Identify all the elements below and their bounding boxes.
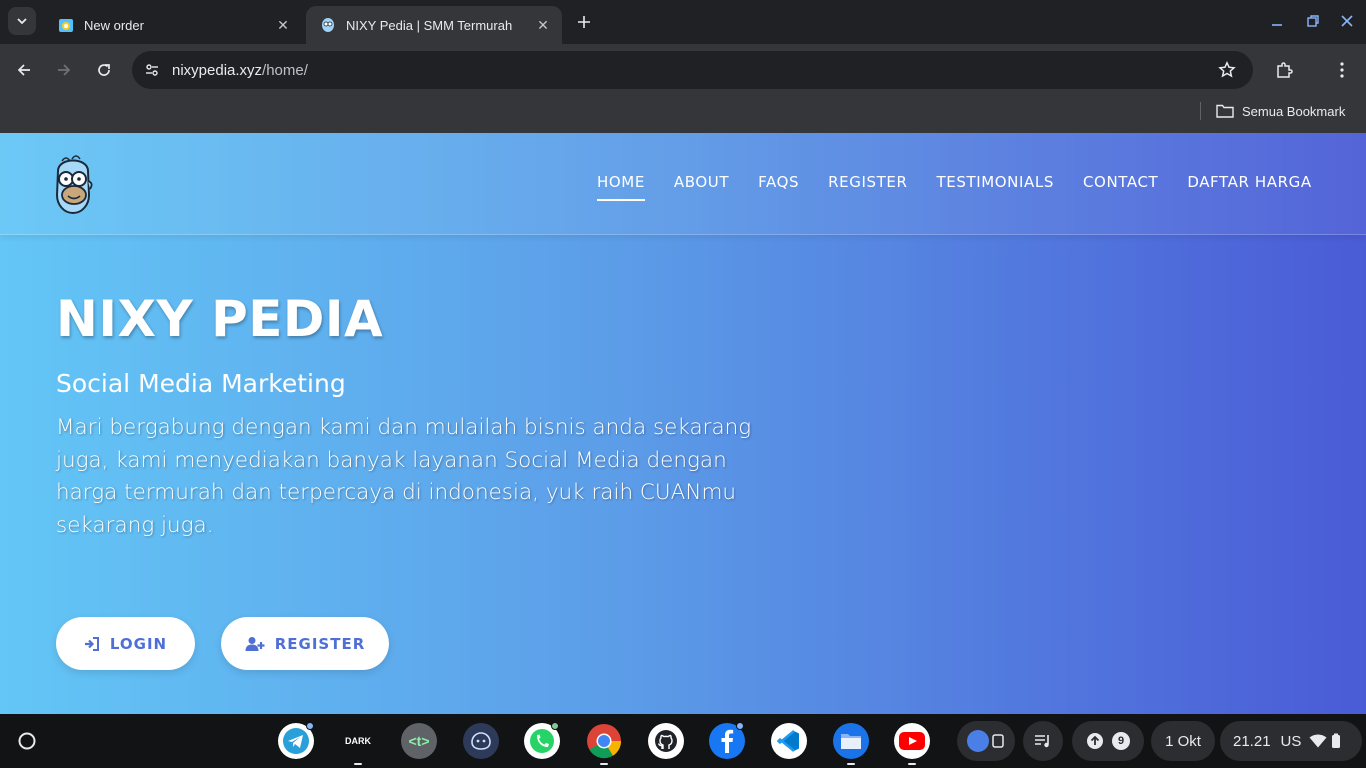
hero-description-line: Mari bergabung dengan kami dan mulailah … [56,415,752,440]
extensions-button[interactable] [1270,56,1298,84]
arrow-right-icon [58,64,71,76]
login-label: LOGIN [109,634,168,653]
homer-logo[interactable] [48,151,98,217]
nav-home[interactable]: HOME [597,173,645,201]
minimize-icon [1272,24,1282,26]
url-host: nixypedia.xyz [172,61,263,79]
status-area[interactable]: 21.21 US [1220,721,1362,761]
hero-title: NIXY PEDIA [56,290,384,348]
close-tab-icon[interactable]: ✕ [274,16,292,34]
launcher-circle-icon [18,732,36,750]
bookmarks-divider [1200,102,1201,120]
reload-button[interactable] [90,56,118,84]
hero-description-line: harga termurah dan terpercaya di indones… [56,480,737,505]
upload-icon [1087,733,1103,749]
restore-icon [1307,15,1319,27]
more-vert-icon [1340,62,1344,78]
running-indicator [600,763,608,765]
system-shelf: DARK <t> 9 1 Okt 21.21 US [0,714,1366,768]
site-menu: HOME ABOUT FAQS REGISTER TESTIMONIALS CO… [597,173,1312,201]
playlist-icon [1035,735,1049,748]
plus-icon [578,16,590,28]
puzzle-icon [1277,62,1293,78]
menu-button[interactable] [1328,56,1356,84]
reload-icon [98,64,110,76]
close-icon [1341,15,1353,27]
register-label: REGISTER [274,634,366,653]
media-controls-tray[interactable] [1023,721,1063,761]
bookmark-star-icon[interactable] [1213,56,1241,84]
screen-capture-tray[interactable] [957,721,1015,761]
close-tab-icon[interactable]: ✕ [534,16,552,34]
notification-dot [736,722,744,730]
minimize-button[interactable] [1264,8,1290,34]
notification-dot [551,722,559,730]
address-bar[interactable]: nixypedia.xyz/home/ [132,51,1253,89]
sign-in-icon [84,636,99,651]
files-icon[interactable] [833,723,869,759]
close-window-button[interactable] [1334,8,1360,34]
keyboard-layout-label: US [1280,732,1302,750]
chevron-down-icon [17,18,27,25]
tab-search-button[interactable] [8,7,36,35]
terminal-app-icon[interactable]: <t> [401,723,437,759]
running-indicator [908,763,916,765]
tab-nixy-pedia[interactable]: NIXY Pedia | SMM Termurah ✕ [306,6,562,44]
all-bookmarks-label: Semua Bookmark [1242,103,1346,119]
register-button[interactable]: REGISTER [221,617,389,670]
vscode-icon[interactable] [771,723,807,759]
date-label: 1 Okt [1165,732,1201,750]
youtube-icon[interactable] [894,723,930,759]
tab-title: NIXY Pedia | SMM Termurah [346,17,513,33]
chrome-icon[interactable] [586,723,622,759]
clock-label: 21.21 [1233,732,1271,750]
restore-button[interactable] [1300,8,1326,34]
notification-count-badge: 9 [1112,732,1130,750]
url-path: /home/ [262,61,308,79]
running-indicator [847,763,855,765]
battery-icon [1332,733,1341,748]
running-indicator [354,763,362,765]
bookmarks-bar: Semua Bookmark [0,96,1366,133]
hero-description-line: sekarang juga. [56,512,214,538]
nav-contact[interactable]: CONTACT [1083,173,1158,201]
nav-daftar-harga[interactable]: DAFTAR HARGA [1187,173,1311,201]
browser-tab-strip: New order ✕ NIXY Pedia | SMM Termurah ✕ [0,0,1366,44]
hero-description-line: juga, kami menyediakan banyak layanan So… [56,447,727,473]
github-icon[interactable] [648,723,684,759]
site-navbar: HOME ABOUT FAQS REGISTER TESTIMONIALS CO… [0,133,1366,235]
folder-icon [1216,104,1234,118]
user-plus-icon [245,636,265,651]
tab-new-order[interactable]: New order ✕ [44,6,302,44]
url-text[interactable]: nixypedia.xyz/home/ [172,62,1213,79]
notification-dot [306,722,314,730]
back-button[interactable] [10,56,38,84]
all-bookmarks-button[interactable]: Semua Bookmark [1216,100,1345,122]
site-info-icon[interactable] [138,56,166,84]
tab-title: New order [84,17,144,33]
notifications-tray[interactable]: 9 [1072,721,1144,761]
nav-register[interactable]: REGISTER [828,173,907,201]
browser-toolbar: nixypedia.xyz/home/ [0,44,1366,96]
site-favicon [58,17,74,33]
arrow-left-icon [17,64,30,76]
nav-testimonials[interactable]: TESTIMONIALS [936,173,1053,201]
hero-subtitle: Social Media Marketing [56,369,346,398]
screen-capture-icon [967,730,1004,752]
nav-faqs[interactable]: FAQS [758,173,799,201]
date-tray[interactable]: 1 Okt [1151,721,1215,761]
homer-favicon [320,17,336,33]
dark-app-icon[interactable]: DARK [340,723,376,759]
login-button[interactable]: LOGIN [56,617,195,670]
new-tab-button[interactable] [572,10,596,34]
app-icon[interactable] [463,723,499,759]
launcher-button[interactable] [8,722,46,760]
nav-about[interactable]: ABOUT [674,173,729,201]
forward-button[interactable] [50,56,78,84]
hero-description: Mari bergabung dengan kami dan mulailah … [56,412,776,542]
wifi-icon [1309,734,1327,748]
website-viewport: HOME ABOUT FAQS REGISTER TESTIMONIALS CO… [0,133,1366,714]
